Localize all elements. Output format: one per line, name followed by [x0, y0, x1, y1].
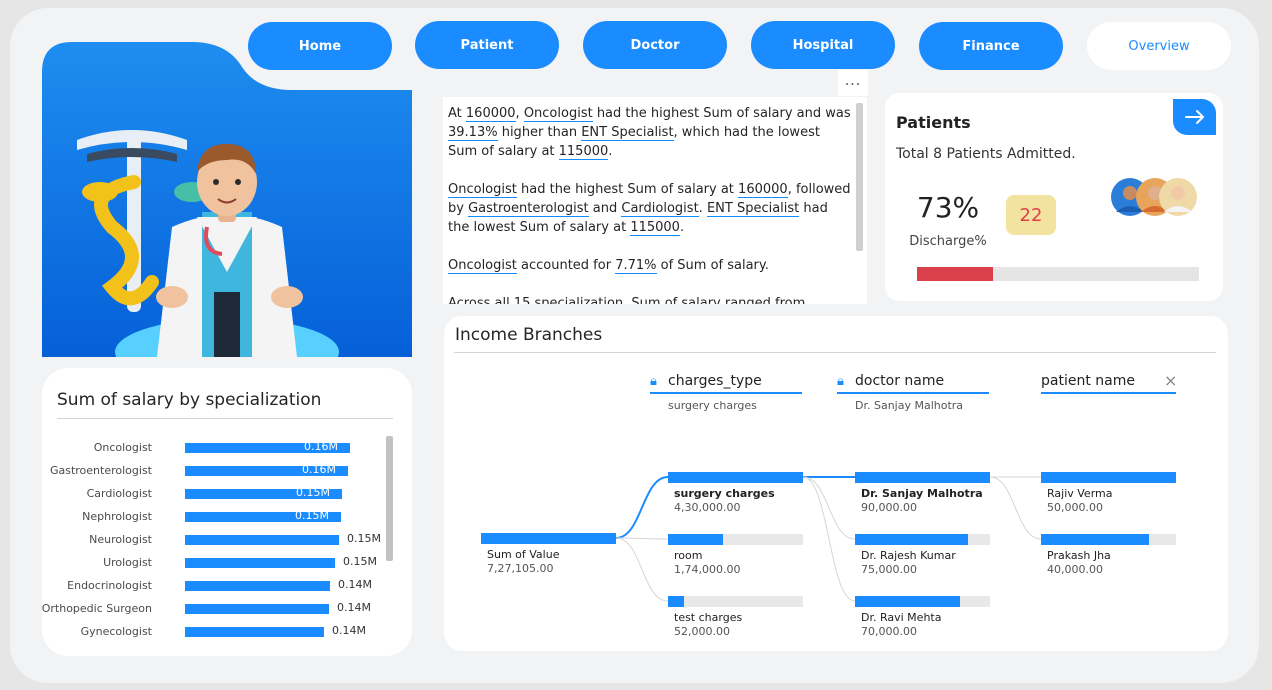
bar-category-label: Gastroenterologist: [49, 464, 152, 477]
salary-chart-card: Sum of salary by specialization Oncologi…: [42, 368, 412, 656]
patients-subtitle: Total 8 Patients Admitted.: [896, 146, 1076, 162]
bar-row[interactable]: Endocrinologist 0.14M: [42, 576, 382, 596]
bar-data-label: 0.15M: [343, 555, 377, 568]
doctor-node-value: 75,000.00: [861, 563, 917, 576]
count-badge: 22: [1006, 195, 1056, 235]
patient-node-label: Rajiv Verma: [1047, 487, 1112, 500]
charges-node-bar[interactable]: [668, 596, 684, 607]
narrative-paragraph: Oncologist had the highest Sum of salary…: [448, 182, 851, 236]
doctor-node-label: Dr. Ravi Mehta: [861, 611, 941, 624]
root-node-label: Sum of Value: [487, 548, 560, 561]
patient-node-value: 40,000.00: [1047, 563, 1103, 576]
discharge-progress-fill: [917, 267, 994, 281]
nav-finance-button[interactable]: Finance: [919, 22, 1063, 70]
discharge-progress-track: [917, 267, 1199, 281]
bar-data-label: 0.14M: [337, 601, 371, 614]
doctor-node-label: Dr. Sanjay Malhotra: [861, 487, 983, 500]
smart-narrative: At 160000, Oncologist had the highest Su…: [443, 97, 867, 304]
bar-category-label: Cardiologist: [86, 487, 152, 500]
nav-hospital-button[interactable]: Hospital: [751, 21, 895, 69]
charges-node-label: room: [674, 549, 702, 562]
bar-category-label: Neurologist: [89, 533, 152, 546]
open-patients-button[interactable]: [1173, 99, 1216, 135]
decomposition-tree: Sum of Value7,27,105.00 surgery charges4,…: [481, 472, 1176, 638]
nav-doctor-button[interactable]: Doctor: [583, 21, 727, 69]
salary-chart-title: Sum of salary by specialization: [57, 390, 322, 410]
charges-node-bar[interactable]: [668, 472, 803, 483]
bar[interactable]: [185, 581, 330, 591]
charges-node-bar[interactable]: [668, 534, 723, 545]
bar-data-label: 0.15M: [295, 509, 329, 522]
bar-row[interactable]: Gynecologist 0.14M: [42, 622, 382, 642]
bar[interactable]: [185, 627, 324, 637]
root-node-value: 7,27,105.00: [487, 562, 553, 575]
bar-category-label: Urologist: [103, 556, 152, 569]
bar[interactable]: [185, 535, 339, 545]
bar-row[interactable]: Cardiologist 0.15M: [42, 484, 382, 504]
salary-bar-chart: Oncologist 0.16M Gastroenterologist 0.16M Ca…: [42, 438, 392, 648]
bar-category-label: Endocrinologist: [67, 579, 152, 592]
tree-connector: [615, 537, 669, 540]
root-node-bar[interactable]: [481, 533, 616, 544]
tree-connector: [802, 476, 856, 540]
charges-node-value: 1,74,000.00: [674, 563, 740, 576]
discharge-label: Discharge%: [909, 234, 987, 249]
patient-node-label: Prakash Jha: [1047, 549, 1111, 562]
discharge-value: 73%: [916, 191, 980, 224]
chart-scrollbar[interactable]: [386, 436, 393, 561]
bar-category-label: Orthopedic Surgeon: [41, 602, 152, 615]
divider: [57, 418, 393, 419]
bar-data-label: 0.16M: [302, 463, 336, 476]
bar-row[interactable]: Gastroenterologist 0.16M: [42, 461, 382, 481]
narrative-scrollbar[interactable]: [856, 103, 863, 251]
bar-data-label: 0.14M: [332, 624, 366, 637]
doctor-node-value: 70,000.00: [861, 625, 917, 638]
patient-avatars: [1110, 176, 1200, 218]
patient-node-value: 50,000.00: [1047, 501, 1103, 514]
patients-card: Patients Total 8 Patients Admitted. 73% …: [885, 93, 1223, 301]
nav-patient-button[interactable]: Patient: [415, 21, 559, 69]
patient-node-bar[interactable]: [1041, 534, 1149, 545]
bar-category-label: Nephrologist: [82, 510, 152, 523]
narrative-paragraph: At 160000, Oncologist had the highest Su…: [448, 106, 851, 160]
bar-data-label: 0.15M: [347, 532, 381, 545]
bar-data-label: 0.14M: [338, 578, 372, 591]
doctor-node-bar[interactable]: [855, 472, 990, 483]
tree-connector: [615, 476, 669, 539]
doctor-node-bar[interactable]: [855, 534, 968, 545]
bar[interactable]: [185, 604, 329, 614]
tree-connector: [615, 537, 669, 602]
income-branches-card: Income Branches 🔒︎ charges_type surgery …: [444, 316, 1228, 651]
bar-row[interactable]: Oncologist 0.16M: [42, 438, 382, 458]
charges-node-value: 4,30,000.00: [674, 501, 740, 514]
nav-overview-button[interactable]: Overview: [1087, 22, 1231, 70]
doctor-node-value: 90,000.00: [861, 501, 917, 514]
charges-node-track[interactable]: [668, 596, 803, 607]
more-options-button[interactable]: ...: [838, 70, 868, 96]
charges-node-label: test charges: [674, 611, 742, 624]
arrow-right-icon: [1185, 110, 1205, 124]
narrative-paragraph: Across all 15 specialization, Sum of sal…: [448, 296, 806, 304]
bar-row[interactable]: Neurologist 0.15M: [42, 530, 382, 550]
bar-data-label: 0.15M: [296, 486, 330, 499]
doctor-node-label: Dr. Rajesh Kumar: [861, 549, 956, 562]
bar-row[interactable]: Nephrologist 0.15M: [42, 507, 382, 527]
charges-node-value: 52,000.00: [674, 625, 730, 638]
patients-title: Patients: [896, 113, 971, 132]
bar-category-label: Oncologist: [93, 441, 152, 454]
bar[interactable]: [185, 558, 335, 568]
doctor-illustration: [42, 42, 412, 386]
bar-data-label: 0.16M: [304, 440, 338, 453]
narrative-paragraph: Oncologist accounted for 7.71% of Sum of…: [448, 258, 769, 274]
patient-node-bar[interactable]: [1041, 472, 1176, 483]
doctor-node-bar[interactable]: [855, 596, 960, 607]
bar-row[interactable]: Urologist 0.15M: [42, 553, 382, 573]
bar-category-label: Gynecologist: [80, 625, 152, 638]
tree-connector: [802, 476, 856, 602]
tree-connector: [989, 476, 1042, 540]
bar-row[interactable]: Orthopedic Surgeon 0.14M: [42, 599, 382, 619]
charges-node-label: surgery charges: [674, 487, 775, 500]
